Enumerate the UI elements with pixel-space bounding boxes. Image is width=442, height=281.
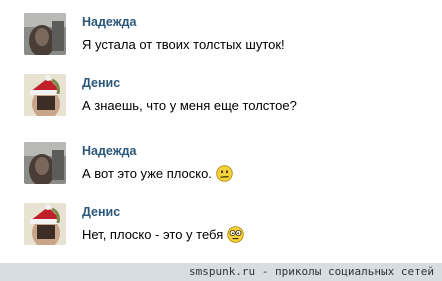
- message-text: Я устала от твоих толстых шуток!: [82, 37, 285, 52]
- message-item: Денис А знаешь, что у меня еще толстое?: [0, 74, 442, 134]
- message-item: Денис Нет, плоско - это у тебя: [0, 203, 442, 263]
- avatar[interactable]: [24, 203, 66, 245]
- message-item: Надежда А вот это уже плоско.: [0, 142, 442, 202]
- avatar[interactable]: [24, 142, 66, 184]
- message-author[interactable]: Денис: [82, 205, 120, 219]
- message-author[interactable]: Надежда: [82, 15, 136, 29]
- footer-bar: smspunk.ru - приколы социальных сетей: [0, 263, 442, 281]
- avatar[interactable]: [24, 13, 66, 55]
- message-author[interactable]: Денис: [82, 76, 120, 90]
- footer-caption: smspunk.ru - приколы социальных сетей: [188, 265, 434, 278]
- message-text: Нет, плоско - это у тебя: [82, 226, 245, 244]
- frown-smiley-icon: [216, 165, 233, 182]
- message-text: А знаешь, что у меня еще толстое?: [82, 98, 297, 113]
- message-item: Надежда Я устала от твоих толстых шуток!: [0, 13, 442, 73]
- avatar[interactable]: [24, 74, 66, 116]
- message-text: А вот это уже плоско.: [82, 165, 233, 183]
- message-author[interactable]: Надежда: [82, 144, 136, 158]
- shocked-smiley-icon: [227, 226, 245, 243]
